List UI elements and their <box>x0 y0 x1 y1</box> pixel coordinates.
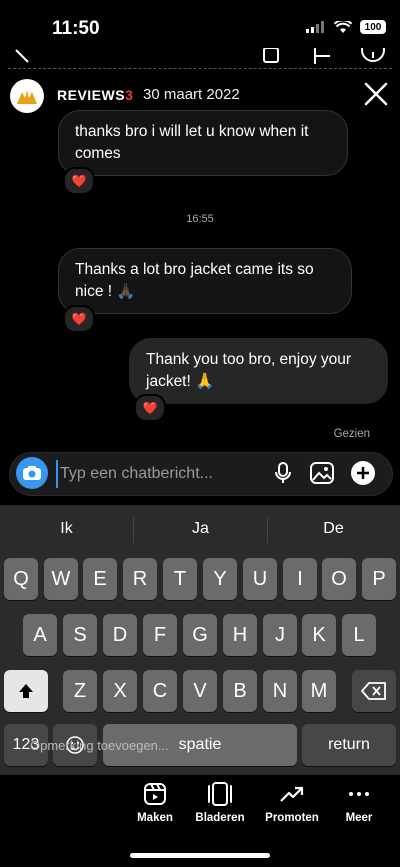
message-received-2[interactable]: Thanks a lot bro jacket came its so nice… <box>58 248 352 314</box>
key-s[interactable]: S <box>63 614 97 656</box>
key-u[interactable]: U <box>243 558 277 600</box>
key-z[interactable]: Z <box>63 670 97 712</box>
suggestion-3[interactable]: De <box>267 520 400 538</box>
key-w[interactable]: W <box>44 558 78 600</box>
shift-icon <box>19 684 33 698</box>
video-icon <box>263 48 279 63</box>
flag-icon <box>314 48 330 64</box>
key-d[interactable]: D <box>103 614 137 656</box>
add-button[interactable] <box>350 460 376 486</box>
key-n[interactable]: N <box>263 670 297 712</box>
status-icons: 100 <box>306 20 386 34</box>
shift-key[interactable] <box>4 670 48 712</box>
key-m[interactable]: M <box>302 670 336 712</box>
heart-reaction[interactable]: ❤️ <box>63 167 95 195</box>
post-date: 30 maart 2022 <box>143 86 240 103</box>
key-h[interactable]: H <box>223 614 257 656</box>
action-maken[interactable]: Maken <box>120 782 190 824</box>
close-icon[interactable] <box>362 80 390 108</box>
key-x[interactable]: X <box>103 670 137 712</box>
camera-icon <box>23 466 41 480</box>
return-key[interactable]: return <box>302 724 396 766</box>
signal-icon <box>306 21 324 33</box>
trending-icon <box>280 786 304 802</box>
action-promoten[interactable]: Promoten <box>257 782 327 824</box>
key-f[interactable]: F <box>143 614 177 656</box>
carousel-icon <box>208 782 232 806</box>
key-a[interactable]: A <box>23 614 57 656</box>
microphone-icon <box>275 462 291 483</box>
key-j[interactable]: J <box>263 614 297 656</box>
key-g[interactable]: G <box>183 614 217 656</box>
key-q[interactable]: Q <box>4 558 38 600</box>
reel-icon <box>144 783 166 805</box>
gallery-button[interactable] <box>309 460 335 486</box>
key-l[interactable]: L <box>342 614 376 656</box>
key-o[interactable]: O <box>322 558 356 600</box>
more-icon <box>349 792 369 796</box>
action-meer[interactable]: Meer <box>324 782 394 824</box>
message-sent[interactable]: Thank you too bro, enjoy your jacket! 🙏 <box>129 338 388 404</box>
key-e[interactable]: E <box>83 558 117 600</box>
header-peek <box>0 48 400 68</box>
wifi-icon <box>334 20 352 33</box>
back-arrow-icon <box>15 49 29 63</box>
key-b[interactable]: B <box>223 670 257 712</box>
key-k[interactable]: K <box>302 614 336 656</box>
name-badge: 3 <box>125 87 134 103</box>
avatar[interactable] <box>10 79 44 113</box>
suggestion-1[interactable]: Ik <box>0 520 133 538</box>
battery-icon: 100 <box>360 20 386 34</box>
key-r[interactable]: R <box>123 558 157 600</box>
heart-reaction[interactable]: ❤️ <box>63 305 95 333</box>
message-input[interactable] <box>56 460 272 488</box>
dictation-hint: Opmerking toevoegen... <box>30 738 169 753</box>
plus-icon <box>351 461 375 485</box>
header-divider <box>8 68 392 69</box>
key-y[interactable]: Y <box>203 558 237 600</box>
key-t[interactable]: T <box>163 558 197 600</box>
status-time: 11:50 <box>52 18 100 39</box>
action-bladeren[interactable]: Bladeren <box>185 782 255 824</box>
message-received-1[interactable]: thanks bro i will let u know when it com… <box>58 110 348 176</box>
key-i[interactable]: I <box>283 558 317 600</box>
backspace-key[interactable] <box>352 670 396 712</box>
image-icon <box>310 462 334 484</box>
contact-name[interactable]: REVIEWS3 <box>57 87 133 103</box>
message-timestamp: 16:55 <box>186 213 214 225</box>
key-v[interactable]: V <box>183 670 217 712</box>
camera-button[interactable] <box>16 457 48 489</box>
hands-logo-icon <box>17 90 37 104</box>
microphone-button[interactable] <box>270 460 296 486</box>
key-c[interactable]: C <box>143 670 177 712</box>
seen-status: Gezien <box>333 428 370 440</box>
info-icon <box>361 48 385 62</box>
backspace-icon <box>361 682 386 700</box>
heart-reaction[interactable]: ❤️ <box>134 394 166 422</box>
home-indicator[interactable] <box>130 853 270 858</box>
key-p[interactable]: P <box>362 558 396 600</box>
suggestion-2[interactable]: Ja <box>134 520 267 538</box>
